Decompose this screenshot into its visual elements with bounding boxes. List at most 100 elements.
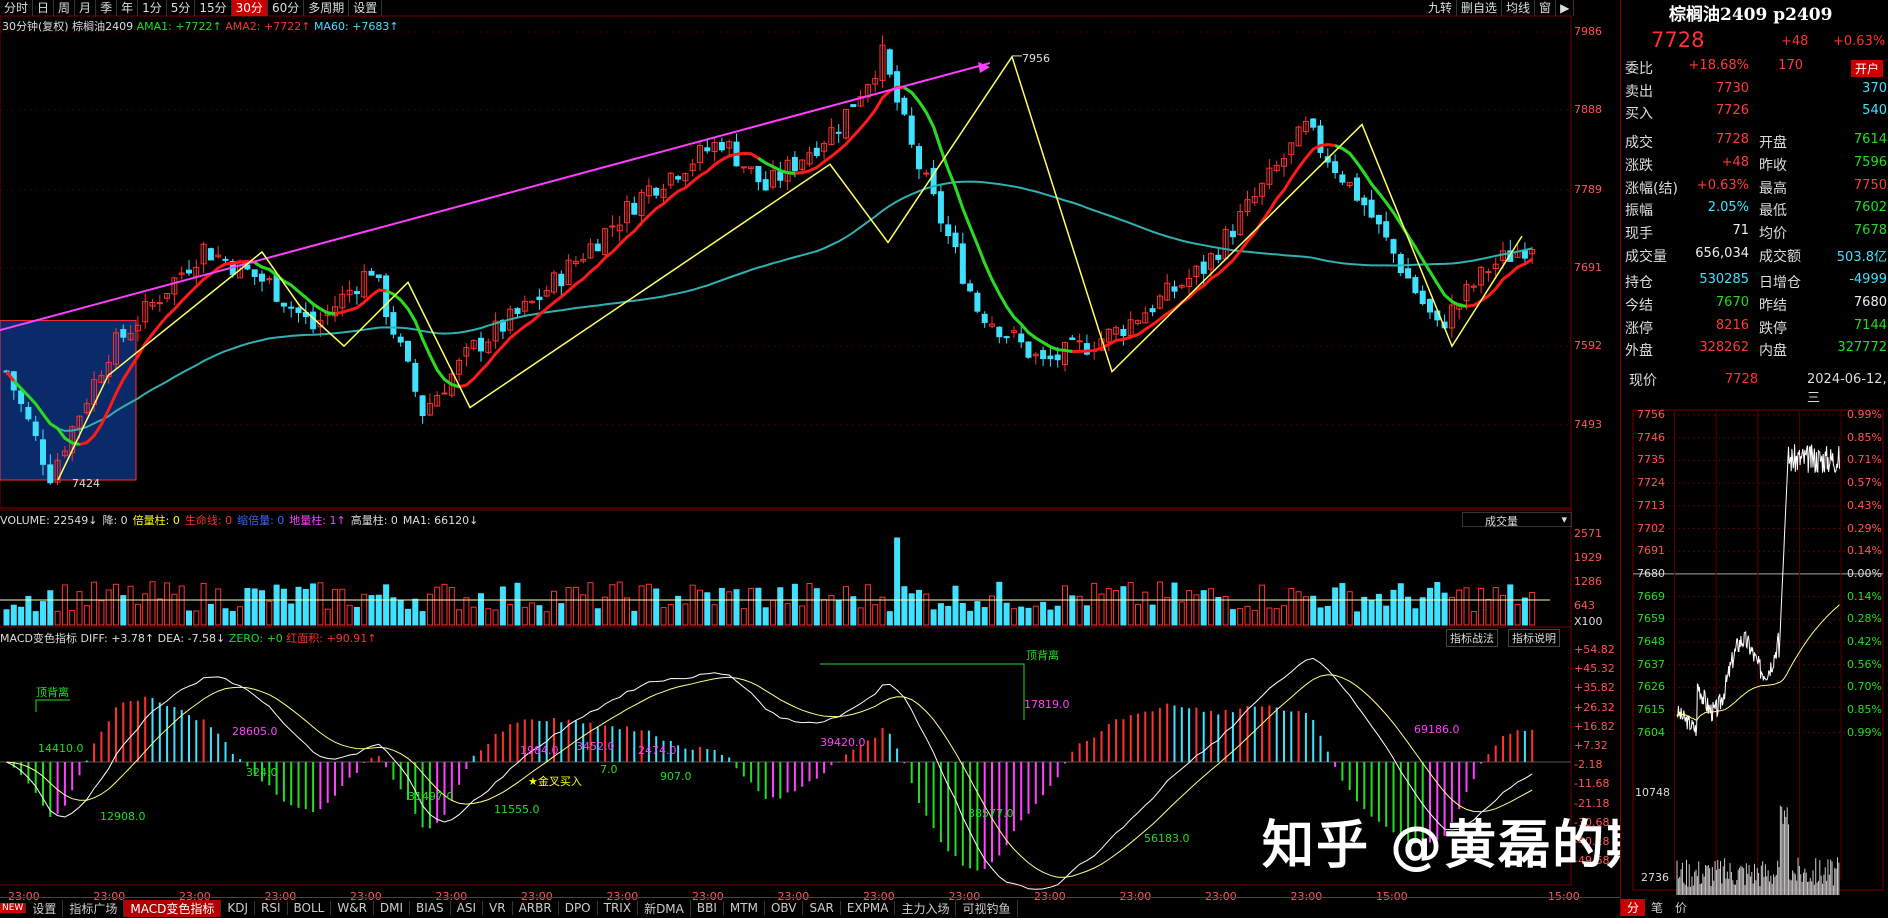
period-tab-9[interactable]: 30分 [231,0,268,16]
period-tab-1[interactable]: 日 [33,0,55,16]
period-tab-12[interactable]: 设置 [349,0,383,16]
volume-bar [76,591,83,626]
quote-value-2: 7678 [1853,222,1887,238]
indicator-tab-18[interactable]: SAR [803,901,841,915]
indicator-tab-8[interactable]: BIAS [410,901,451,915]
indicator-tab-6[interactable]: W&R [331,901,374,915]
indicator-tab-17[interactable]: OBV [765,901,804,915]
quote-row: 振幅 2.05% 最低 7602 [1625,200,1887,222]
volume-legend-item: 高量柱: 0 [350,514,398,527]
price-tick: 7888 [1574,103,1602,116]
volume-bar [1018,606,1025,626]
volume-bar [485,608,492,626]
toolbar-right-button-1[interactable]: 删自选 [1457,0,1503,16]
period-tab-4[interactable]: 季 [96,0,118,16]
indicator-tab-7[interactable]: DMI [374,901,411,915]
open-account-button[interactable]: 开户 [1851,60,1884,77]
indicator-tab-3[interactable]: KDJ [221,901,255,915]
indicator-tab-1[interactable]: 指标广场 [63,899,125,917]
candle [835,131,842,134]
candle [25,407,32,420]
candle [156,302,163,305]
mini-price-tick: 7626 [1637,680,1665,694]
candle [594,243,601,252]
volume-bar [718,587,725,626]
volume-bar [193,610,200,626]
volume-bar [295,586,302,626]
chart-canvas[interactable] [0,0,1620,917]
indicator-tab-9[interactable]: ASI [451,901,484,915]
indicator-tab-14[interactable]: 新DMA [638,899,691,917]
indicator-tab-19[interactable]: EXPMA [841,901,896,915]
candle [704,147,711,152]
volume-bar [1040,601,1047,626]
volume-selector[interactable]: 成交量 ▾ [1462,512,1572,528]
quote-value-2: 7144 [1853,317,1887,333]
mini-pct-tick: 0.56% [1847,657,1882,671]
period-tab-3[interactable]: 月 [75,0,97,16]
volume-bar [178,585,185,626]
indicator-tactics-button[interactable]: 指标战法 [1446,629,1498,647]
indicator-tab-13[interactable]: TRIX [598,901,639,915]
indicator-tab-10[interactable]: VR [483,901,513,915]
volume-bar [1478,587,1485,626]
period-tab-0[interactable]: 分时 [0,0,34,16]
candle [1120,328,1127,337]
play-icon[interactable]: ▶ [1556,0,1575,16]
indicator-tab-0[interactable]: 设置 [26,899,64,917]
indicator-tab-16[interactable]: MTM [724,901,765,915]
panel-tab-2[interactable]: 价 [1669,899,1693,916]
period-tab-6[interactable]: 1分 [138,0,167,16]
quote-key-2: 昨收 [1759,157,1787,174]
indicator-tab-20[interactable]: 主力入场 [895,899,957,917]
quote-value-2: 7750 [1853,177,1887,193]
period-tab-7[interactable]: 5分 [167,0,196,16]
volume-bar [1083,605,1090,626]
mini-price-tick: 7702 [1637,521,1665,535]
indicator-tab-11[interactable]: ARBR [513,901,559,915]
divergence-label-2: 顶背离 [1026,649,1059,662]
volume-bar [952,585,959,626]
candle [1069,337,1076,340]
period-tab-2[interactable]: 周 [54,0,76,16]
panel-tab-1[interactable]: 笔 [1645,899,1669,916]
low-price-label: 7424 [72,477,100,490]
toolbar-right-button-3[interactable]: 窗 [1535,0,1557,16]
volume-bar [1025,607,1032,626]
period-tab-11[interactable]: 多周期 [304,0,350,16]
volume-bar [91,581,98,626]
quote-value-2: 7602 [1853,200,1887,216]
volume-bar [791,583,798,626]
candle [40,439,46,465]
volume-bar [1186,590,1193,626]
indicator-tab-12[interactable]: DPO [559,901,598,915]
period-tab-10[interactable]: 60分 [268,0,305,16]
indicator-tab-4[interactable]: RSI [255,901,288,915]
toolbar-right-button-0[interactable]: 九转 [1424,0,1458,16]
volume-bar [1215,596,1222,626]
volume-bar [98,600,105,626]
candle [32,421,39,437]
volume-bar [1383,605,1390,626]
indicator-tab-2[interactable]: MACD变色指标 [124,899,222,917]
volume-bar [1047,609,1054,626]
mini-price-tick: 7637 [1637,657,1665,671]
candle [1054,354,1061,361]
period-tab-8[interactable]: 15分 [195,0,232,16]
candle [412,362,419,392]
indicator-tab-5[interactable]: BOLL [288,901,332,915]
candle [295,307,302,313]
macd-area-label: 56183.0 [1144,832,1190,845]
quote-row: 今结 7670 昨结 7680 [1625,295,1887,317]
volume-bar [1368,600,1375,626]
toolbar-right-button-2[interactable]: 均线 [1502,0,1536,16]
macd-area-label: 1984.0 [520,744,559,757]
indicator-help-button[interactable]: 指标说明 [1508,629,1560,647]
candle [397,336,404,343]
indicator-tab-21[interactable]: 可视钓鱼 [956,899,1018,917]
panel-tab-0[interactable]: 分 [1621,899,1646,916]
indicator-tab-15[interactable]: BBI [691,901,724,915]
candle [251,269,258,277]
quote-row: 委比 +18.68% 170 [1625,58,1887,80]
period-tab-5[interactable]: 年 [117,0,139,16]
